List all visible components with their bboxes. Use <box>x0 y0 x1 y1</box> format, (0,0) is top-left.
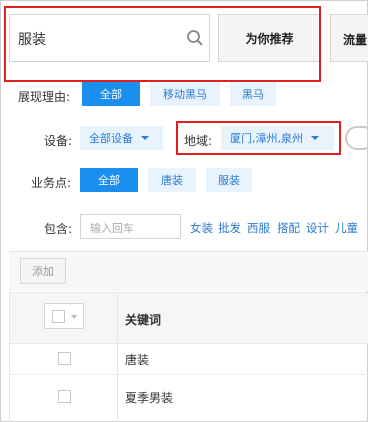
select-all-dropdown[interactable] <box>44 303 84 329</box>
business-option-tangzhuang[interactable]: 唐装 <box>148 168 196 192</box>
keyword-link[interactable]: 女装 <box>190 220 213 236</box>
chevron-down-icon <box>141 136 149 140</box>
table-row: 唐装 <box>10 344 368 374</box>
device-dropdown[interactable]: 全部设备 <box>80 126 163 150</box>
business-label: 业务点: <box>31 176 72 190</box>
keyword-column-header: 关键词 <box>125 313 162 327</box>
toggle-switch[interactable] <box>345 126 368 150</box>
keyword-link[interactable]: 批发 <box>218 220 241 236</box>
reason-option-all[interactable]: 全部 <box>82 82 140 106</box>
reason-option-mobile-darkhorse[interactable]: 移动黑马 <box>150 82 220 106</box>
device-value: 全部设备 <box>89 132 133 145</box>
keyword-link[interactable]: 设计 <box>306 220 329 236</box>
region-highlight-box <box>176 121 341 155</box>
business-option-clothing[interactable]: 服装 <box>206 168 252 192</box>
device-label: 设备: <box>44 134 73 148</box>
table-row: 夏季男装 <box>10 382 368 412</box>
keyword-link[interactable]: 搭配 <box>277 220 300 236</box>
row-keyword: 唐装 <box>125 353 150 367</box>
select-all-checkbox[interactable] <box>52 310 65 323</box>
keyword-link[interactable]: 西服 <box>247 220 270 236</box>
reason-option-darkhorse[interactable]: 黑马 <box>230 82 276 106</box>
row-keyword: 夏季男装 <box>125 391 174 405</box>
flow-button[interactable]: 流量 <box>330 14 368 62</box>
reason-label: 展现理由: <box>18 90 71 104</box>
row-divider <box>9 374 368 375</box>
search-highlight-box <box>4 6 321 82</box>
contains-input[interactable]: 输入回车 <box>80 214 181 239</box>
row-checkbox[interactable] <box>58 352 71 365</box>
chevron-down-icon <box>71 315 77 319</box>
business-option-all[interactable]: 全部 <box>80 168 138 192</box>
contains-label: 包含: <box>44 222 73 236</box>
add-button[interactable]: 添加 <box>20 258 66 284</box>
keyword-link[interactable]: 儿童 <box>335 220 358 236</box>
row-checkbox[interactable] <box>58 390 71 403</box>
